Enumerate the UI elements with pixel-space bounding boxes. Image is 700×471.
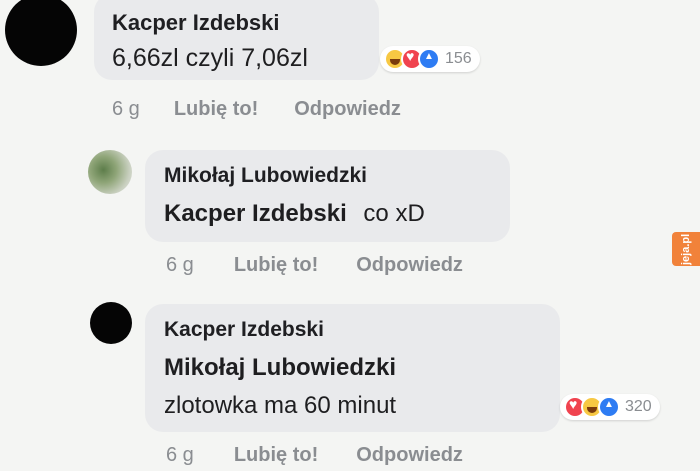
comment-actions: 6 g Lubię to! Odpowiedz (112, 98, 401, 121)
avatar[interactable] (5, 0, 77, 66)
like-link[interactable]: Lubię to! (234, 254, 318, 277)
avatar[interactable] (90, 302, 132, 344)
mention-link[interactable]: Kacper Izdebski (164, 200, 347, 227)
reply-link[interactable]: Odpowiedz (294, 98, 401, 121)
like-link[interactable]: Lubię to! (234, 444, 318, 467)
comment-text: zlotowka ma 60 minut (164, 392, 397, 419)
like-icon (598, 396, 620, 418)
mention-link[interactable]: Mikołaj Lubowiedzki (164, 354, 396, 382)
comment-text: 6,66zl czyli 7,06zl (112, 44, 308, 72)
comment-body: co xD (363, 200, 425, 227)
avatar[interactable] (88, 150, 132, 194)
reply-link[interactable]: Odpowiedz (356, 254, 463, 277)
reaction-count: 320 (625, 398, 652, 415)
watermark-logo: jeja.pl (672, 232, 700, 266)
reactions-badge[interactable]: 156 (380, 46, 480, 72)
reactions-badge[interactable]: 320 (560, 394, 660, 420)
comment-time[interactable]: 6 g (166, 444, 194, 467)
reply-link[interactable]: Odpowiedz (356, 444, 463, 467)
comment-author[interactable]: Kacper Izdebski (164, 318, 324, 342)
comment-author[interactable]: Mikołaj Lubowiedzki (164, 164, 367, 188)
like-icon (418, 48, 440, 70)
comment-text: Kacper Izdebski co xD (164, 200, 425, 228)
like-link[interactable]: Lubię to! (174, 98, 258, 121)
comment-actions: 6 g Lubię to! Odpowiedz (166, 444, 463, 467)
comment-time[interactable]: 6 g (112, 98, 140, 121)
comment-time[interactable]: 6 g (166, 254, 194, 277)
comment-actions: 6 g Lubię to! Odpowiedz (166, 254, 463, 277)
comment-author[interactable]: Kacper Izdebski (112, 10, 280, 36)
reaction-count: 156 (445, 50, 472, 67)
